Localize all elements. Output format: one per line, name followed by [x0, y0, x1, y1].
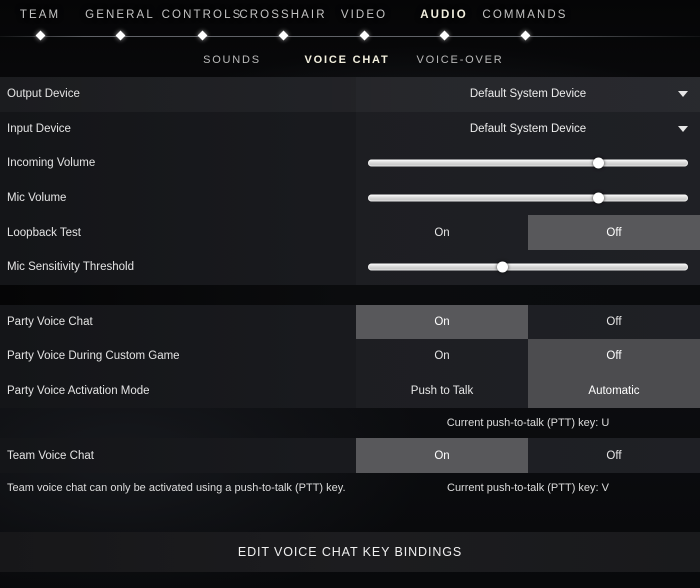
setting-label: Party Voice During Custom Game	[7, 350, 180, 363]
section-gap	[0, 284, 700, 305]
setting-label: Party Voice Activation Mode	[7, 385, 150, 398]
nav-diamond-marker	[115, 30, 125, 41]
setting-row-party-voice-chat: Party Voice Chat On Off	[0, 304, 700, 340]
setting-row-incoming-volume: Incoming Volume	[0, 146, 700, 181]
nav-diamond-marker	[439, 30, 449, 41]
toggle-team-voice-chat-on[interactable]: On	[356, 438, 528, 473]
slider-handle[interactable]	[592, 157, 604, 169]
setting-control	[356, 146, 700, 181]
secondary-tab-row: SOUNDS VOICE CHAT VOICE-OVER	[0, 47, 700, 77]
setting-label: Loopback Test	[7, 226, 81, 239]
setting-label: Incoming Volume	[7, 157, 96, 170]
tab-general[interactable]: GENERAL	[85, 9, 155, 21]
nav-diamond-marker	[278, 30, 288, 41]
note-left-text: Team voice chat can only be activated us…	[7, 481, 346, 494]
nav-diamond-marker	[359, 30, 369, 41]
setting-label: Mic Sensitivity Threshold	[7, 261, 134, 274]
primary-tab-row: TEAM GENERAL CONTROLS CROSSHAIR VIDEO AUDIO CO…	[0, 0, 700, 30]
tab-audio[interactable]: AUDIO	[420, 9, 468, 21]
slider-handle[interactable]	[496, 261, 508, 273]
setting-control: Default System Device	[356, 112, 700, 147]
setting-control: Push to Talk Automatic	[356, 373, 700, 409]
slider-track	[368, 263, 688, 271]
setting-row-output-device: Output Device Default System Device	[0, 77, 700, 112]
setting-control	[356, 181, 700, 216]
subtab-voice-chat[interactable]: VOICE CHAT	[304, 54, 389, 66]
setting-control: Default System Device	[356, 77, 700, 112]
settings-group: Output Device Default System Device Input …	[0, 77, 700, 285]
chevron-down-icon	[678, 125, 688, 132]
nav-diamond-marker	[35, 30, 45, 41]
nav-divider-line	[0, 36, 700, 37]
setting-row-mic-volume: Mic Volume	[0, 181, 700, 216]
toggle-party-voice-during-custom-game-on[interactable]: On	[356, 339, 528, 374]
dropdown-output-device[interactable]: Default System Device	[356, 77, 700, 112]
setting-row-mic-sensitivity-threshold: Mic Sensitivity Threshold	[0, 250, 700, 285]
setting-control: On Off	[356, 438, 700, 473]
slider-mic-volume[interactable]	[368, 192, 688, 204]
setting-control: On Off	[356, 304, 700, 340]
setting-label: Mic Volume	[7, 192, 67, 205]
tab-video[interactable]: VIDEO	[341, 9, 387, 21]
chevron-down-icon	[678, 91, 688, 98]
slider-track	[368, 159, 688, 167]
setting-control: On Off	[356, 215, 700, 250]
slider-mic-sensitivity-threshold[interactable]	[368, 261, 688, 273]
toggle-party-voice-activation-mode-automatic[interactable]: Automatic	[528, 373, 700, 409]
primary-navigation: TEAM GENERAL CONTROLS CROSSHAIR VIDEO AUDIO CO…	[0, 0, 700, 47]
dropdown-input-device[interactable]: Default System Device	[356, 112, 700, 147]
setting-row-loopback-test: Loopback Test On Off	[0, 215, 700, 250]
setting-label: Output Device	[7, 88, 80, 101]
setting-label: Input Device	[7, 122, 71, 135]
toggle-party-voice-chat-on[interactable]: On	[356, 304, 528, 340]
setting-row-input-device: Input Device Default System Device	[0, 112, 700, 147]
settings-group: Party Voice Chat On Off Party Voice During …	[0, 304, 700, 409]
subtab-voice-over[interactable]: VOICE-OVER	[416, 54, 503, 66]
nav-diamond-marker	[197, 30, 207, 41]
settings-group: Team Voice Chat On Off	[0, 438, 700, 473]
setting-row-party-voice-during-custom-game: Party Voice During Custom Game On Off	[0, 339, 700, 374]
note-row: Current push-to-talk (PTT) key: U	[0, 408, 700, 438]
settings-screen: TEAM GENERAL CONTROLS CROSSHAIR VIDEO AUDIO CO…	[0, 0, 700, 588]
slider-handle[interactable]	[592, 192, 604, 204]
setting-control: On Off	[356, 339, 700, 374]
tab-commands[interactable]: COMMANDS	[482, 9, 567, 21]
subtab-sounds[interactable]: SOUNDS	[203, 54, 261, 66]
toggle-loopback-test-on[interactable]: On	[356, 215, 528, 250]
edit-voice-chat-key-bindings-button[interactable]: EDIT VOICE CHAT KEY BINDINGS	[0, 532, 700, 572]
note-row: Team voice chat can only be activated us…	[0, 473, 700, 503]
toggle-team-voice-chat-off[interactable]: Off	[528, 438, 700, 473]
setting-label: Team Voice Chat	[7, 449, 94, 462]
setting-label: Party Voice Chat	[7, 315, 93, 328]
tab-crosshair[interactable]: CROSSHAIR	[239, 9, 326, 21]
dropdown-value: Default System Device	[469, 122, 587, 135]
toggle-party-voice-chat-off[interactable]: Off	[528, 305, 700, 340]
slider-track	[368, 194, 688, 202]
settings-content: Output Device Default System Device Input …	[0, 77, 700, 503]
toggle-loopback-test-off[interactable]: Off	[528, 215, 700, 250]
nav-diamond-marker	[520, 30, 530, 41]
toggle-party-voice-during-custom-game-off[interactable]: Off	[528, 339, 700, 374]
setting-row-party-voice-activation-mode: Party Voice Activation Mode Push to Talk A…	[0, 373, 700, 409]
dropdown-value: Default System Device	[469, 88, 587, 101]
edit-voice-chat-key-bindings-label: EDIT VOICE CHAT KEY BINDINGS	[237, 545, 463, 559]
setting-control	[356, 250, 700, 285]
slider-incoming-volume[interactable]	[368, 157, 688, 169]
note-right-text: Current push-to-talk (PTT) key: V	[447, 481, 609, 494]
setting-row-team-voice-chat: Team Voice Chat On Off	[0, 438, 700, 473]
toggle-party-voice-activation-mode-push-to-talk[interactable]: Push to Talk	[356, 374, 528, 409]
note-right-text: Current push-to-talk (PTT) key: U	[446, 417, 610, 430]
tab-team[interactable]: TEAM	[20, 9, 60, 21]
tab-controls[interactable]: CONTROLS	[162, 9, 243, 21]
